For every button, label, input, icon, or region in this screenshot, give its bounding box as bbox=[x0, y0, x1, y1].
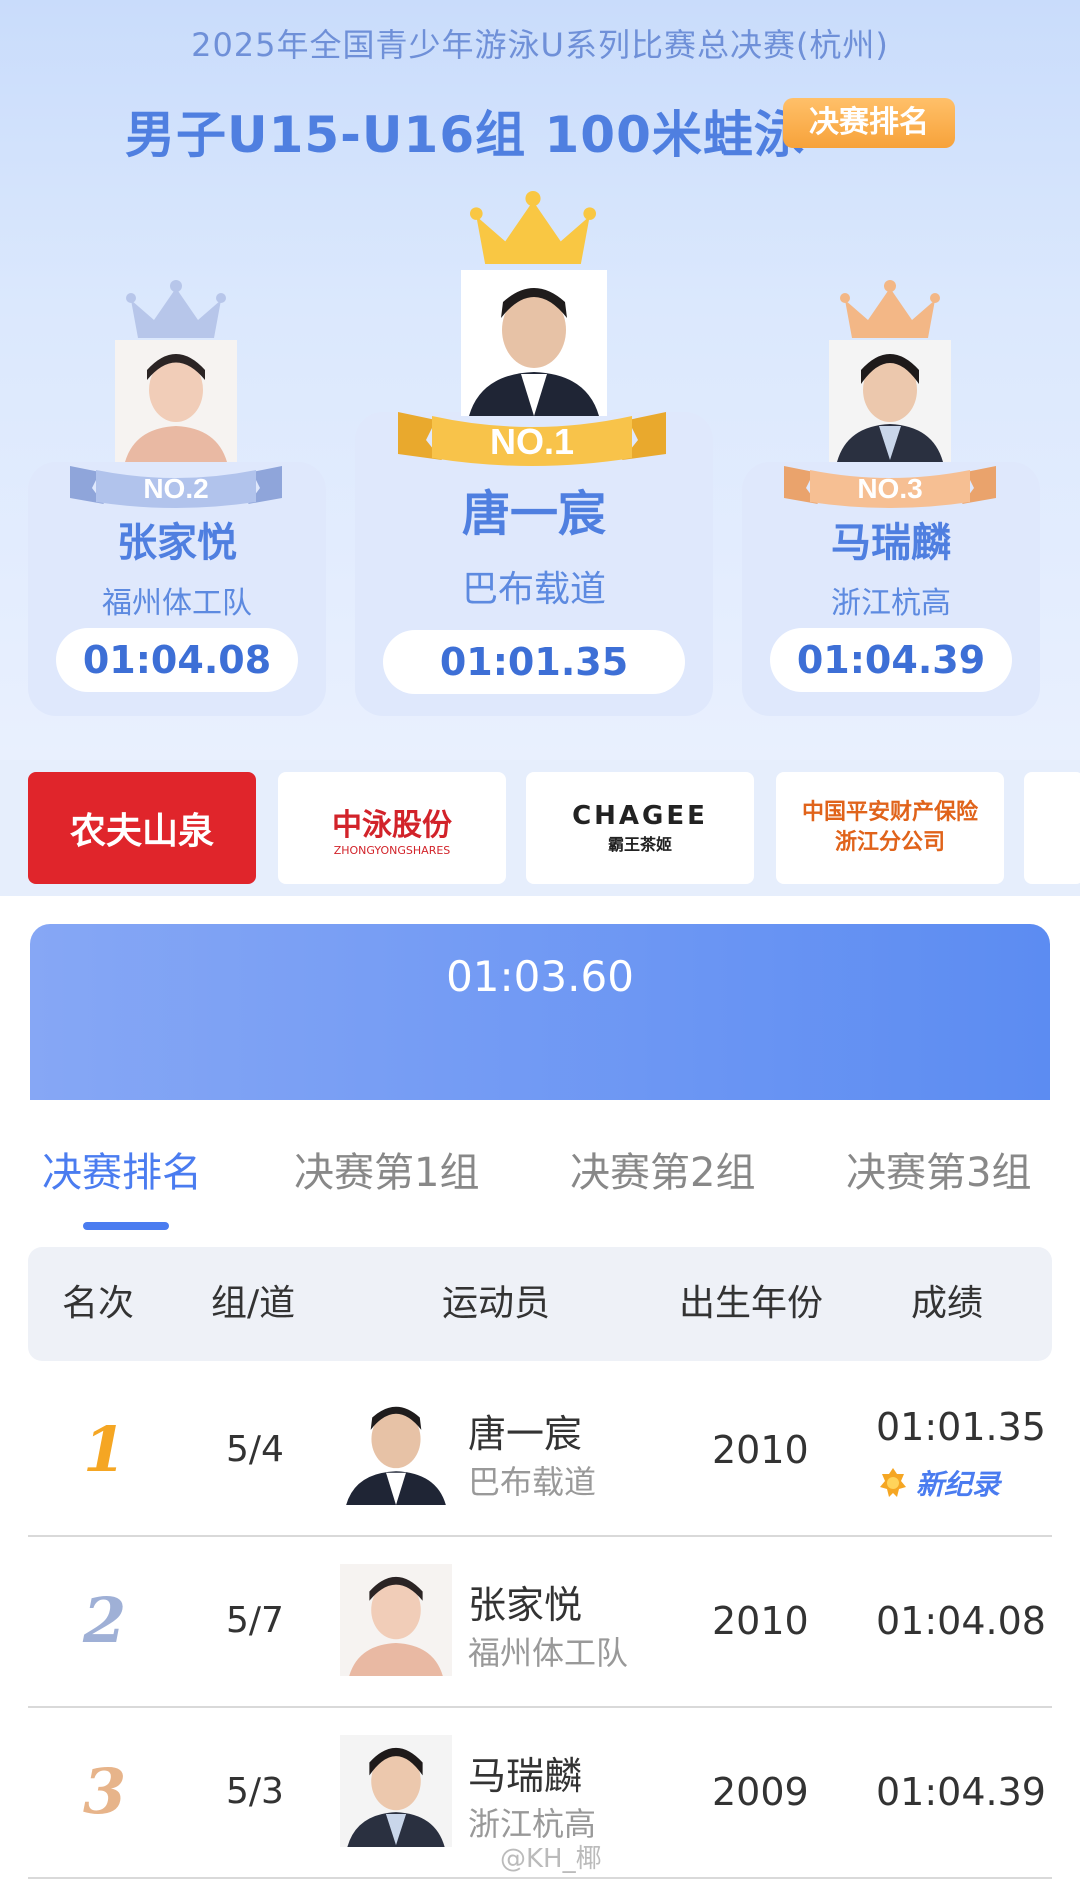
sponsor-name: 中泳股份 bbox=[332, 807, 452, 843]
tab-bar: 决赛排名 决赛第1组 决赛第2组 决赛第3组 bbox=[0, 1140, 1080, 1230]
watermark: @KH_椰 bbox=[500, 1844, 602, 1874]
result-time: 01:04.08 bbox=[876, 1599, 1046, 1643]
group-lane: 5/4 bbox=[226, 1429, 284, 1470]
athlete-photo bbox=[340, 1564, 452, 1676]
rank-tag: 决赛排名 bbox=[783, 98, 955, 148]
athlete-photo bbox=[115, 340, 237, 462]
rank-number: 1 bbox=[83, 1413, 127, 1486]
new-record-badge: 新纪录 bbox=[876, 1463, 1000, 1503]
table-row[interactable]: 1 5/4 唐一宸 巴布载道 2010 01:01.35 新纪录 bbox=[28, 1365, 1052, 1537]
sponsor-logo[interactable]: 农夫山泉 bbox=[28, 772, 256, 884]
athlete-name: 马瑞麟 bbox=[468, 1754, 583, 1798]
result-time: 01:01.35 bbox=[876, 1405, 1046, 1449]
tab-final-ranking[interactable]: 决赛排名 bbox=[42, 1140, 202, 1198]
rank-ribbon-label: NO.1 bbox=[490, 421, 574, 462]
result-time: 01:04.39 bbox=[876, 1770, 1046, 1814]
rank-ribbon-label: NO.3 bbox=[857, 473, 922, 504]
tab-indicator bbox=[83, 1222, 169, 1230]
athlete-name: 唐一宸 bbox=[468, 1412, 583, 1456]
tab-final-group-2[interactable]: 决赛第2组 bbox=[570, 1140, 755, 1198]
athlete-photo bbox=[461, 270, 607, 416]
podium-team: 福州体工队 bbox=[102, 586, 252, 621]
results-panel: 决赛排名 决赛第1组 决赛第2组 决赛第3组 名次 组/道 运动员 出生年份 成… bbox=[0, 1100, 1080, 1880]
column-header: 运动员 bbox=[442, 1283, 551, 1324]
sponsor-logo-partial[interactable] bbox=[1024, 772, 1080, 884]
sponsor-logo[interactable]: 中国平安财产保险 浙江分公司 bbox=[776, 772, 1004, 884]
rank-number: 2 bbox=[83, 1584, 127, 1657]
birth-year: 2010 bbox=[712, 1428, 809, 1472]
rank-ribbon-label: NO.2 bbox=[143, 473, 208, 504]
podium-header: 2025年全国青少年游泳U系列比赛总决赛(杭州) 男子U15-U16组 100米… bbox=[0, 0, 1080, 760]
column-header: 成绩 bbox=[911, 1283, 984, 1324]
sponsor-sub: 霸王茶姬 bbox=[607, 835, 672, 854]
athlete-photo bbox=[340, 1393, 452, 1505]
best-time-banner: 01:03.60 bbox=[30, 924, 1050, 1104]
column-header: 组/道 bbox=[211, 1283, 296, 1324]
column-header: 出生年份 bbox=[679, 1283, 824, 1324]
athlete-photo bbox=[340, 1735, 452, 1847]
podium-name: 马瑞麟 bbox=[831, 520, 951, 566]
sponsor-strip: 农夫山泉 中泳股份 ZHONGYONGSHARES CHAGEE 霸王茶姬 中国… bbox=[0, 760, 1080, 896]
athlete-name: 张家悦 bbox=[468, 1583, 583, 1627]
banner-time: 01:03.60 bbox=[446, 952, 634, 1001]
group-lane: 5/3 bbox=[226, 1771, 284, 1812]
group-lane: 5/7 bbox=[226, 1600, 284, 1641]
new-record-label: 新纪录 bbox=[916, 1468, 1001, 1501]
birth-year: 2009 bbox=[712, 1770, 809, 1814]
gold-crown-icon bbox=[470, 190, 596, 265]
table-header: 名次 组/道 运动员 出生年份 成绩 bbox=[28, 1247, 1052, 1361]
sponsor-name: 中国平安财产保险 bbox=[801, 800, 978, 825]
sponsor-logo[interactable]: CHAGEE 霸王茶姬 bbox=[526, 772, 754, 884]
sponsor-name: 农夫山泉 bbox=[69, 811, 214, 852]
athlete-team: 福州体工队 bbox=[468, 1634, 629, 1672]
podium-name: 唐一宸 bbox=[461, 486, 606, 542]
podium-team: 巴布载道 bbox=[461, 569, 606, 610]
podium-team: 浙江杭高 bbox=[831, 586, 951, 621]
podium-time: 01:01.35 bbox=[383, 630, 685, 694]
rank-number: 3 bbox=[83, 1755, 127, 1828]
sponsor-sub: ZHONGYONGSHARES bbox=[333, 843, 451, 857]
athlete-team: 巴布载道 bbox=[468, 1463, 597, 1501]
rank-ribbon-3: NO.3 bbox=[784, 466, 996, 508]
bronze-crown-icon bbox=[840, 280, 940, 338]
birth-year: 2010 bbox=[712, 1599, 809, 1643]
tab-final-group-1[interactable]: 决赛第1组 bbox=[294, 1140, 479, 1198]
podium-time: 01:04.08 bbox=[56, 628, 298, 692]
sponsor-logo[interactable]: 中泳股份 ZHONGYONGSHARES bbox=[278, 772, 506, 884]
athlete-photo bbox=[829, 340, 951, 462]
podium-name: 张家悦 bbox=[117, 520, 237, 566]
column-header: 名次 bbox=[62, 1283, 135, 1324]
group-title: 男子U15-U16组 100米蛙泳 bbox=[125, 106, 805, 164]
podium-time: 01:04.39 bbox=[770, 628, 1012, 692]
tab-final-group-3[interactable]: 决赛第3组 bbox=[846, 1140, 1031, 1198]
medal-icon bbox=[880, 1468, 906, 1497]
sponsor-sub: 浙江分公司 bbox=[834, 830, 945, 855]
rank-ribbon-2: NO.2 bbox=[70, 466, 282, 508]
rank-ribbon-1: NO.1 bbox=[398, 412, 666, 466]
event-title: 2025年全国青少年游泳U系列比赛总决赛(杭州) bbox=[191, 26, 889, 64]
table-row[interactable]: 2 5/7 张家悦 福州体工队 2010 01:04.08 bbox=[28, 1536, 1052, 1708]
sponsor-name: CHAGEE bbox=[572, 801, 708, 831]
silver-crown-icon bbox=[126, 280, 226, 338]
